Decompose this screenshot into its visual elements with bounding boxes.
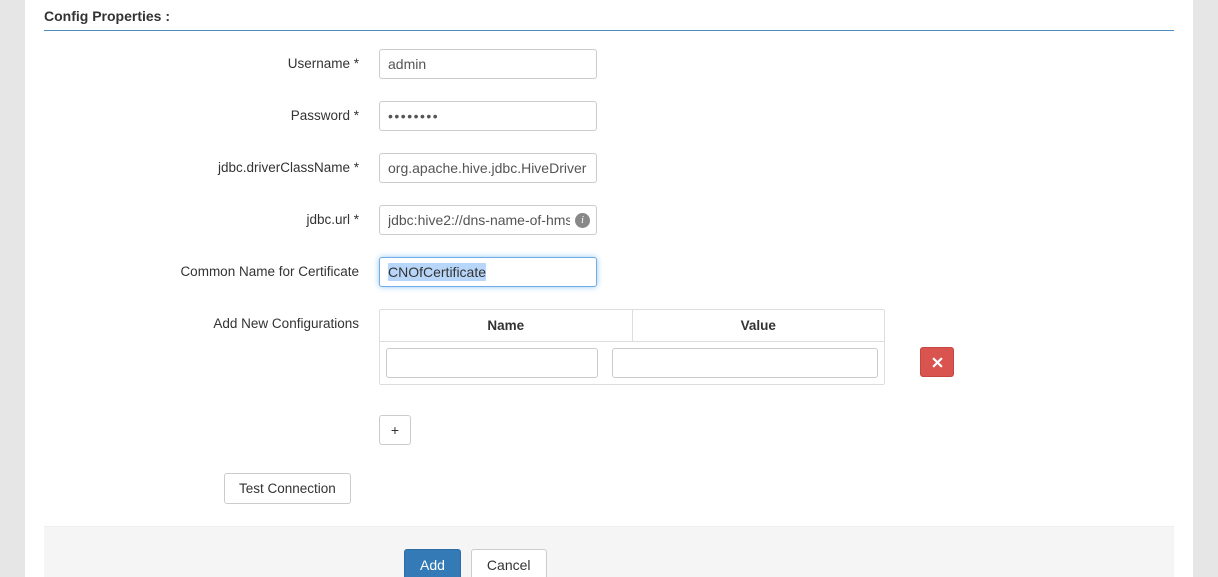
cn-input[interactable] <box>379 257 597 287</box>
table-row <box>380 342 884 384</box>
label-addcfg: Add New Configurations <box>44 309 379 331</box>
row-password: Password * <box>44 101 1174 131</box>
row-url: jdbc.url * i <box>44 205 1174 235</box>
config-table: Name Value <box>379 309 885 385</box>
label-url: jdbc.url * <box>44 205 379 227</box>
close-icon <box>932 357 943 368</box>
th-name: Name <box>380 310 633 342</box>
add-button[interactable]: Add <box>404 549 461 577</box>
section-title: Config Properties : <box>44 8 1174 30</box>
config-value-input[interactable] <box>612 348 878 378</box>
driver-input[interactable] <box>379 153 597 183</box>
username-input[interactable] <box>379 49 597 79</box>
row-driver: jdbc.driverClassName * <box>44 153 1174 183</box>
test-connection-button[interactable]: Test Connection <box>224 473 351 504</box>
footer: Add Cancel <box>44 526 1174 577</box>
password-input[interactable] <box>379 101 597 131</box>
config-table-header: Name Value <box>380 310 884 342</box>
row-addcfg: Add New Configurations Name Value <box>44 309 1174 445</box>
info-icon[interactable]: i <box>575 213 590 228</box>
label-cn: Common Name for Certificate <box>44 257 379 279</box>
plus-icon: + <box>391 422 399 438</box>
add-row-button[interactable]: + <box>379 415 411 445</box>
label-driver: jdbc.driverClassName * <box>44 153 379 175</box>
row-username: Username * <box>44 49 1174 79</box>
cancel-button[interactable]: Cancel <box>471 549 547 577</box>
section-divider <box>44 30 1174 31</box>
label-password: Password * <box>44 101 379 123</box>
row-cn: Common Name for Certificate CNOfCertific… <box>44 257 1174 287</box>
label-username: Username * <box>44 49 379 71</box>
th-value: Value <box>633 310 885 342</box>
config-name-input[interactable] <box>386 348 598 378</box>
delete-row-button[interactable] <box>920 347 954 377</box>
url-input[interactable] <box>379 205 597 235</box>
